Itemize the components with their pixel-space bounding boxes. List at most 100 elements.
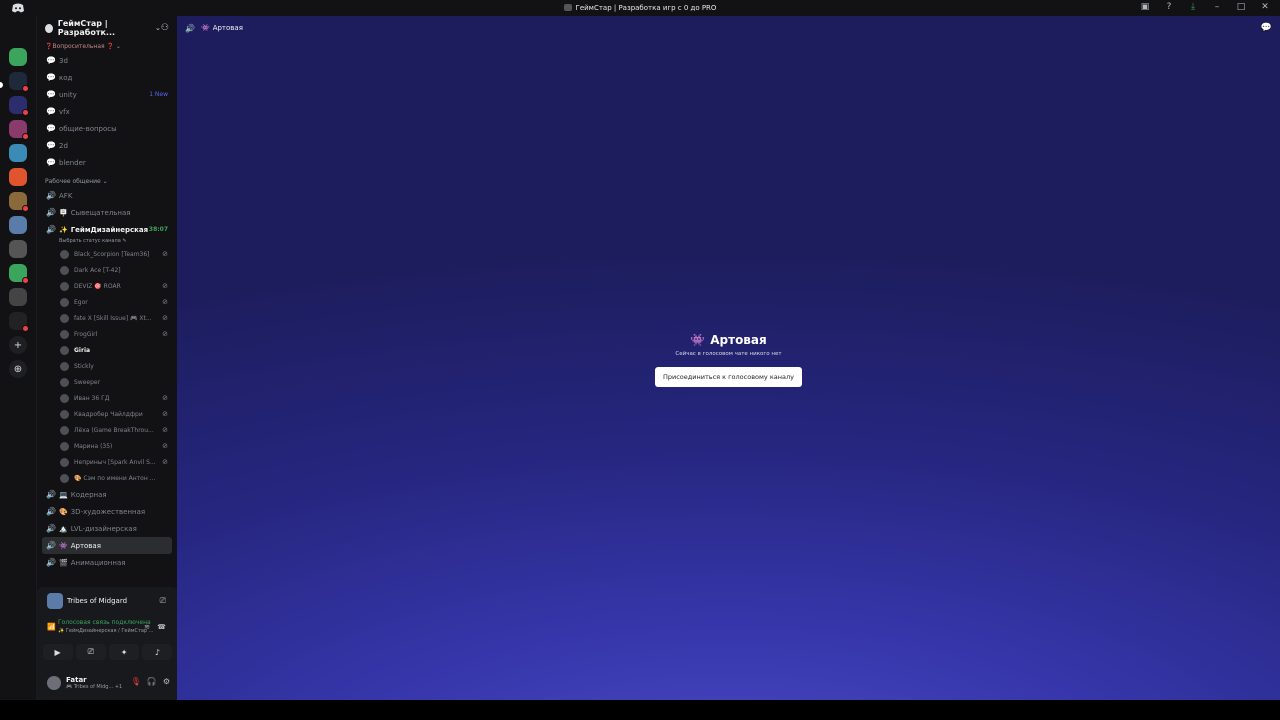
signal-icon[interactable]: 📶 [47, 623, 56, 631]
explore-icon[interactable]: ⊕ [9, 360, 27, 378]
headphones-icon[interactable]: 🎧 [147, 677, 157, 686]
window-title: ГеймСтар | Разработка игр с 0 до PRO [0, 4, 1280, 12]
server-gamestar-icon[interactable] [9, 72, 29, 92]
voice-user[interactable]: Лёха (Game BreakThrou... ⊘ [37, 422, 177, 438]
avatar [60, 297, 69, 307]
voice-user[interactable]: 🎨 Сэм по имени Антон ... [37, 470, 177, 486]
voice-user[interactable]: Квадробер Чайлдфри ⊘ [37, 406, 177, 422]
voice-channel[interactable]: 🔊 🪧 Сывещательная [37, 204, 177, 221]
server-icon[interactable] [9, 48, 27, 66]
muted-mic-icon: ⊘ [162, 426, 168, 434]
voice-user[interactable]: DEVIZ 🎯 ROAR ⊘ [37, 278, 177, 294]
download-icon[interactable]: ⤓ [1188, 2, 1198, 12]
inbox-icon[interactable]: ▣ [1140, 2, 1150, 12]
maximize-button[interactable]: □ [1236, 2, 1246, 12]
text-channel[interactable]: 💬 vfx [37, 103, 177, 120]
server-icon[interactable] [9, 96, 29, 116]
avatar [60, 425, 69, 435]
voice-user[interactable]: Марина (35) ⊘ [37, 438, 177, 454]
voice-user[interactable]: Неприныч [Spark Anvil S... ⊘ [37, 454, 177, 470]
server-icon[interactable] [9, 144, 27, 162]
speaker-icon: 🔊 [46, 541, 56, 550]
server-icon[interactable] [9, 312, 29, 332]
camera-icon[interactable]: ▶ [42, 644, 73, 660]
thread-icon: 💬 [46, 73, 56, 82]
voice-user[interactable]: Black_Scorpion [Team36] ⊘ [37, 246, 177, 262]
muted-mic-icon: ⊘ [162, 410, 168, 418]
server-icon[interactable] [9, 168, 27, 186]
activities-icon[interactable]: ✦ [109, 644, 140, 660]
voice-user[interactable]: Giria [37, 342, 177, 358]
thread-icon: 💬 [46, 141, 56, 150]
disconnect-icon[interactable]: ☎ [157, 623, 166, 631]
voice-channel-active[interactable]: 🔊 ✨ ГеймДизайнерская 38:07 [37, 221, 177, 238]
channel-header: 🔊 👾 Артовая 💬 [185, 23, 1272, 33]
server-icon[interactable] [9, 288, 27, 306]
voice-user[interactable]: fate X [Skill Issue] 🎮 Xt... ⊘ [37, 310, 177, 326]
chat-icon[interactable]: 💬 [1261, 23, 1272, 33]
voice-user[interactable]: Sweeper [37, 374, 177, 390]
noise-suppression-icon[interactable]: ≋ [144, 623, 150, 631]
speaker-icon: 🔊 [46, 490, 56, 499]
voice-channel[interactable]: 🔊 💻 Кодерная [37, 486, 177, 503]
voice-channel[interactable]: 🔊 🏔️ LVL-дизайнерская [37, 520, 177, 537]
voice-channel[interactable]: 🔊 AFK [37, 187, 177, 204]
speaker-icon: 🔊 [46, 558, 56, 567]
server-icon[interactable] [9, 216, 27, 234]
voice-user[interactable]: Stickly [37, 358, 177, 374]
speaker-icon: 🔊 [46, 524, 56, 533]
voice-user[interactable]: FrogGirl ⊘ [37, 326, 177, 342]
close-button[interactable]: ✕ [1260, 2, 1270, 12]
thread-icon: 💬 [46, 56, 56, 65]
avatar [60, 249, 69, 259]
screen-share-icon[interactable]: ⎚ [75, 644, 106, 660]
server-icon[interactable] [9, 192, 29, 212]
settings-gear-icon[interactable]: ⚙ [163, 677, 170, 686]
muted-mic-icon: ⊘ [162, 330, 168, 338]
speaker-icon: 🔊 [46, 225, 56, 234]
voice-channel[interactable]: 🔊 🎨 3D-художественная [37, 503, 177, 520]
mic-muted-icon[interactable]: 🎙 [131, 677, 141, 686]
category-questions[interactable]: ❓Вопросительная ❓ ⌄ [37, 40, 177, 52]
screen-share-icon[interactable]: ⎚ [160, 596, 166, 606]
text-channel[interactable]: 💬 код [37, 69, 177, 86]
muted-mic-icon: ⊘ [162, 314, 168, 322]
soundboard-icon[interactable]: ♪ [142, 644, 173, 660]
category-work[interactable]: Рабочее общение ⌄ [37, 175, 177, 187]
avatar [60, 441, 69, 451]
voice-user[interactable]: Egor ⊘ [37, 294, 177, 310]
text-channel[interactable]: 💬 общие-вопросы [37, 120, 177, 137]
text-channel[interactable]: 💬 unity 1 New [37, 86, 177, 103]
muted-mic-icon: ⊘ [162, 250, 168, 258]
avatar [60, 345, 69, 355]
avatar [60, 361, 69, 371]
server-icon[interactable] [9, 240, 27, 258]
avatar [60, 457, 69, 467]
thread-icon: 💬 [46, 90, 56, 99]
voice-channel[interactable]: 🔊 👾 Артовая [42, 537, 172, 554]
avatar [60, 313, 69, 323]
add-server-icon[interactable]: + [9, 336, 27, 354]
text-channel[interactable]: 💬 2d [37, 137, 177, 154]
join-voice-button[interactable]: Присоединиться к голосовому каналу [655, 367, 802, 387]
server-icon[interactable] [9, 264, 29, 284]
avatar [60, 329, 69, 339]
voice-user[interactable]: Иван 36 ГД ⊘ [37, 390, 177, 406]
voice-user[interactable]: Dark Ace [T-42] [37, 262, 177, 278]
avatar [60, 377, 69, 387]
server-pill [0, 82, 3, 88]
help-icon[interactable]: ? [1164, 2, 1174, 12]
avatar [60, 265, 69, 275]
channel-status[interactable]: Выбрать статус канала ✎ [37, 238, 177, 246]
avatar[interactable] [47, 676, 61, 690]
minimize-button[interactable]: – [1212, 2, 1222, 12]
activity-row[interactable]: Tribes of Midgard ⎚ [37, 587, 178, 615]
thread-icon: 💬 [46, 107, 56, 116]
guild-header[interactable]: ГеймСтар | Разработк... ⌄ ⚇ [37, 16, 177, 40]
voice-channel[interactable]: 🔊 🎬 Анимационная [37, 554, 177, 571]
text-channel[interactable]: 💬 blender [37, 154, 177, 171]
invite-icon[interactable]: ⚇ [161, 23, 169, 33]
server-icon[interactable] [9, 120, 29, 140]
text-channel[interactable]: 💬 3d [37, 52, 177, 69]
server-list: + ⊕ [0, 16, 36, 700]
